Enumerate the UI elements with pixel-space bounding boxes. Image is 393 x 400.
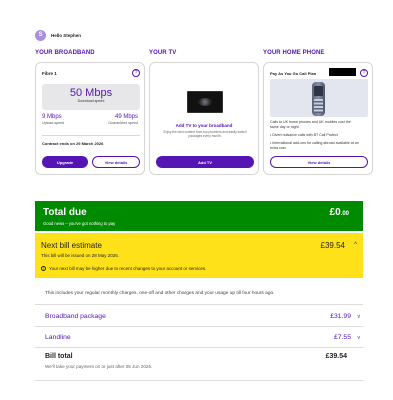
- total-due-banner: Total due Good news – you've got nothing…: [35, 201, 363, 231]
- home-phone-card: Pay As You Go Call Plan ? Calls to UK ho…: [263, 62, 373, 175]
- broadband-package-row[interactable]: Broadband package: [45, 313, 106, 320]
- chevron-down-icon[interactable]: v: [358, 314, 361, 320]
- user-bar: S Hello Stephen: [35, 29, 81, 41]
- total-due-title: Total due: [43, 207, 87, 218]
- add-tv-description: Enjoy the best content from top provider…: [163, 130, 247, 139]
- phone-image: [270, 79, 368, 117]
- bill-total-amount: £39.54: [325, 353, 347, 360]
- chevron-up-icon[interactable]: ^: [354, 242, 357, 248]
- upload-speed-block: 9 Mbps Upload speed: [42, 114, 64, 125]
- next-bill-issue-date: This bill will be issued on 28 May 2026.: [41, 253, 120, 258]
- next-bill-amount: £39.54: [320, 241, 345, 250]
- tv-illustration: [187, 91, 223, 113]
- phone-description-line: same day or night.: [270, 125, 300, 129]
- phone-plan-name: Pay As You Go Call Plan: [270, 71, 317, 76]
- bill-payment-note: We'll take your payment on or just after…: [45, 364, 153, 369]
- tv-card: Add TV to your broadband Enjoy the best …: [149, 62, 259, 175]
- broadband-section-title: YOUR BROADBAND: [35, 50, 95, 56]
- phone-description-line: Calls to UK home phones and UK mobiles c…: [270, 120, 351, 124]
- upload-speed-label: Upload speed: [42, 121, 65, 125]
- next-bill-estimate-panel[interactable]: Next bill estimate This bill will be iss…: [35, 233, 363, 278]
- broadband-card: Fibre 1 ? 50 Mbps Download speed 9 Mbps …: [35, 62, 145, 175]
- upgrade-button[interactable]: Upgrade: [42, 156, 88, 168]
- divider: [35, 304, 363, 305]
- divider: [42, 135, 140, 136]
- phone-feature-item: extra cost.: [270, 146, 287, 150]
- phone-feature-item: • Divert nuisance calls with BT Call Pro…: [270, 133, 338, 137]
- phone-section-title: YOUR HOME PHONE: [263, 50, 325, 56]
- broadband-view-details-button[interactable]: View details: [92, 156, 140, 168]
- guaranteed-speed-block: 49 Mbps Guaranteed speed: [108, 114, 138, 125]
- add-tv-button[interactable]: Add TV: [156, 156, 254, 168]
- download-speed-box: 50 Mbps Download speed: [42, 84, 140, 110]
- chevron-down-icon[interactable]: v: [358, 335, 361, 341]
- landline-amount: £7.55: [333, 334, 351, 341]
- next-bill-title: Next bill estimate: [41, 241, 102, 250]
- download-speed-label: Download speed: [77, 99, 105, 103]
- help-icon[interactable]: ?: [360, 69, 368, 77]
- user-greeting: Hello Stephen: [51, 32, 82, 38]
- landline-row[interactable]: Landline: [45, 334, 71, 341]
- guaranteed-speed: 49 Mbps: [114, 114, 138, 120]
- phone-feature-item: • International add-ons for calling abro…: [270, 141, 359, 145]
- contract-end-date: Contract ends on 29 March 2026: [42, 141, 104, 146]
- tv-section-title: YOUR TV: [149, 50, 177, 56]
- warning-icon: !: [41, 266, 46, 271]
- total-due-subtitle: Good news – you've got nothing to pay: [43, 221, 116, 226]
- next-bill-warning-text: Your next bill may be higher due to rece…: [49, 266, 207, 271]
- broadband-package-name: Fibre 1: [42, 71, 57, 76]
- next-bill-warning: ! Your next bill may be higher due to re…: [41, 266, 206, 271]
- avatar[interactable]: S: [35, 29, 46, 41]
- phone-view-details-button[interactable]: View details: [270, 156, 368, 168]
- add-tv-title: Add TV to your broadband: [175, 123, 233, 128]
- guaranteed-speed-label: Guaranteed speed: [108, 121, 138, 125]
- total-due-amount: £0.00: [329, 207, 349, 218]
- bill-info-text: This includes your regular monthly charg…: [45, 291, 275, 296]
- upload-speed: 9 Mbps: [42, 114, 62, 120]
- divider: [35, 347, 363, 348]
- broadband-package-amount: £31.99: [330, 313, 351, 320]
- bill-total-label: Bill total: [45, 353, 73, 360]
- help-icon[interactable]: ?: [132, 69, 140, 77]
- download-speed: 50 Mbps: [69, 87, 113, 99]
- redacted-number: [329, 68, 356, 76]
- divider: [35, 380, 363, 381]
- divider: [35, 326, 363, 327]
